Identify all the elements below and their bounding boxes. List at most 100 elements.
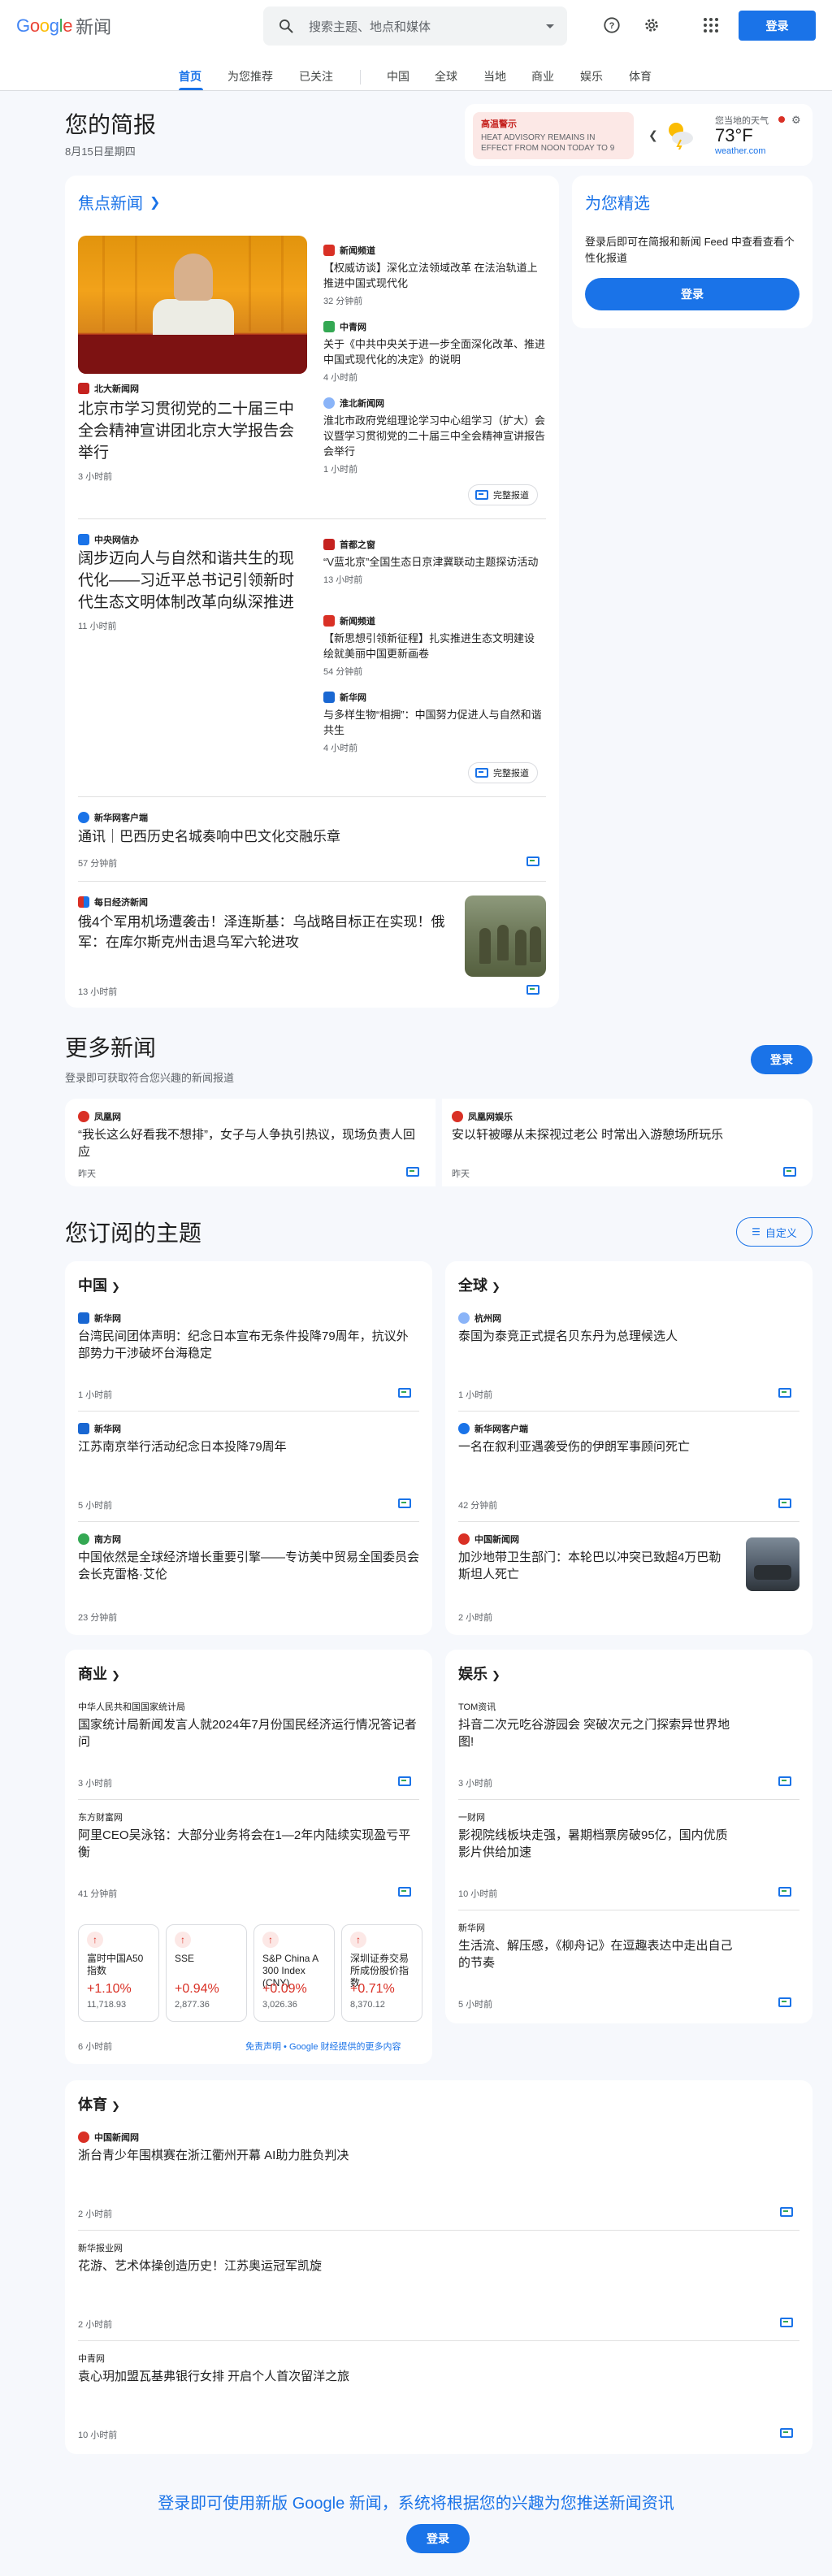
top-stories-link[interactable]: 焦点新闻 ❯ (78, 190, 160, 214)
related-story[interactable]: 中青网 关于《中共中央关于进一步全面深化改革、推进中国式现代化的决定》的说明 4… (323, 320, 546, 384)
full-coverage-icon[interactable] (778, 1997, 791, 2007)
story-headline[interactable]: 北京市学习贯彻党的二十届三中全会精神宣讲团北京大学报告会举行 (78, 398, 307, 464)
related-story[interactable]: 新华网 与多样生物“相拥”：中国努力促进人与自然和谐共生 4 小时前 (323, 691, 546, 754)
topic-link-business[interactable]: 商业 ❯ (78, 1663, 120, 1684)
full-coverage-button[interactable]: 完整报道 (468, 484, 538, 505)
story-headline[interactable]: 国家统计局新闻发言人就2024年7月份国民经济运行情况答记者问 (78, 1716, 419, 1750)
weather-alert[interactable]: 高温警示 HEAT ADVISORY REMAINS IN EFFECT FRO… (473, 112, 634, 159)
picks-signin-button[interactable]: 登录 (585, 278, 800, 310)
topic-story[interactable]: 一财网 影视院线板块走强，暑期档票房破95亿，国内优质影片供给加速 (458, 1811, 734, 1861)
topic-story[interactable]: 新华网 台湾民间团体声明：纪念日本宣布无条件投降79周年，抗议外部势力干涉破坏台… (78, 1312, 419, 1362)
full-coverage-icon[interactable] (778, 1498, 791, 1508)
story-image[interactable] (78, 236, 307, 374)
story-headline[interactable]: 生活流、解压感，《柳舟记》在逗趣表达中走出自己的节奏 (458, 1937, 734, 1971)
full-coverage-icon[interactable] (526, 985, 540, 995)
story-headline[interactable]: 关于《中共中央关于进一步全面深化改革、推进中国式现代化的决定》的说明 (323, 336, 546, 367)
full-coverage-button[interactable]: 完整报道 (468, 762, 538, 783)
story-headline[interactable]: 袁心玥加盟瓦基弗银行女排 开启个人首次留洋之旅 (78, 2368, 777, 2385)
full-coverage-icon[interactable] (778, 1887, 791, 1897)
finance-disclaimer-link[interactable]: 免责声明 • Google 财经提供的更多内容 (245, 2040, 401, 2053)
story-headline[interactable]: 花游、艺术体操创造历史！江苏奥运冠军凯旋 (78, 2257, 777, 2275)
topic-story[interactable]: 中青网 袁心玥加盟瓦基弗银行女排 开启个人首次留洋之旅 (78, 2352, 777, 2385)
full-coverage-icon[interactable] (398, 1498, 411, 1508)
tab-china[interactable]: 中国 (387, 68, 410, 85)
topic-story[interactable]: 南方网 中国依然是全球经济增长重要引擎——专访美中贸易全国委员会会长克雷格·艾伦 (78, 1533, 419, 1583)
story-headline[interactable]: 通讯｜巴西历史名城奏响中巴文化交融乐章 (78, 827, 533, 847)
story-headline[interactable]: 浙台青少年围棋赛在浙江衢州开幕 AI助力胜负判决 (78, 2147, 777, 2164)
story-headline[interactable]: 影视院线板块走强，暑期档票房破95亿，国内优质影片供给加速 (458, 1827, 734, 1861)
topic-story[interactable]: 新华网 生活流、解压感，《柳舟记》在逗趣表达中走出自己的节奏 (458, 1921, 734, 1971)
topic-link-china[interactable]: 中国 ❯ (78, 1274, 120, 1295)
topic-story[interactable]: 东方财富网 阿里CEO吴泳铭：大部分业务将会在1—2年内陆续实现盈亏平衡 (78, 1811, 419, 1861)
google-news-logo[interactable]: Google 新闻 (16, 15, 111, 37)
chevron-left-icon[interactable]: ❮ (648, 128, 658, 142)
topic-story[interactable]: 中国新闻网 浙台青少年围棋赛在浙江衢州开幕 AI助力胜负判决 (78, 2131, 777, 2164)
apps-grid-icon[interactable] (700, 15, 722, 36)
more-news-signin-button[interactable]: 登录 (751, 1045, 812, 1074)
chevron-down-icon[interactable] (546, 24, 554, 28)
gear-icon[interactable] (641, 15, 662, 36)
tab-business[interactable]: 商业 (531, 68, 554, 85)
stock-card[interactable]: ↑ S&P China A 300 Index (CNY) +0.09% 3,0… (254, 1924, 335, 2022)
story-headline[interactable]: 安以轩被曝从未探视过老公 时常出入游憩场所玩乐 (452, 1126, 793, 1143)
signin-button[interactable]: 登录 (739, 11, 816, 41)
tab-sports[interactable]: 体育 (629, 68, 652, 85)
topic-story[interactable]: 新华网客户端 一名在叙利亚遇袭受伤的伊朗军事顾问死亡 (458, 1422, 800, 1455)
story-headline[interactable]: 俄4个军用机场遭袭击！泽连斯基：乌战略目标正在实现！俄军：在库尔斯克州击退乌军六… (78, 912, 452, 952)
story-headline[interactable]: 抖音二次元吃谷游园会 突破次元之门探索异世界地图! (458, 1716, 734, 1750)
tab-following[interactable]: 已关注 (299, 68, 333, 85)
topic-link-entertainment[interactable]: 娱乐 ❯ (458, 1663, 500, 1684)
topic-story[interactable]: 中华人民共和国国家统计局 国家统计局新闻发言人就2024年7月份国民经济运行情况… (78, 1700, 419, 1750)
customize-button[interactable]: ☰ 自定义 (736, 1217, 812, 1247)
story-headline[interactable]: “V蓝北京”全国生态日京津冀联动主题探访活动 (323, 554, 546, 570)
related-story[interactable]: 新闻频道 【新思想引领新征程】扎实推进生态文明建设 绘就美丽中国更新画卷 54 … (323, 614, 546, 678)
stock-card[interactable]: ↑ 富时中国A50指数 +1.10% 11,718.93 (78, 1924, 159, 2022)
story-headline[interactable]: 淮北市政府党组理论学习中心组学习（扩大）会议暨学习贯彻党的二十届三中全会精神宣讲… (323, 413, 546, 459)
tab-entertainment[interactable]: 娱乐 (580, 68, 603, 85)
tab-home[interactable]: 首页 (179, 68, 202, 85)
story-headline[interactable]: 江苏南京举行活动纪念日本投降79周年 (78, 1438, 419, 1455)
weather-settings-icon[interactable]: ⚙ (791, 114, 801, 127)
story-headline[interactable]: 泰国为泰竞正式提名贝东丹为总理候选人 (458, 1328, 800, 1345)
related-story[interactable]: 首都之窗 “V蓝北京”全国生态日京津冀联动主题探访活动 13 小时前 (323, 538, 546, 586)
story-headline[interactable]: 加沙地带卫生部门：本轮巴以冲突已致超4万巴勒斯坦人死亡 (458, 1549, 726, 1583)
help-icon[interactable]: ? (601, 15, 622, 36)
story-headline[interactable]: 一名在叙利亚遇袭受伤的伊朗军事顾问死亡 (458, 1438, 800, 1455)
weather-source-link[interactable]: weather.com (715, 146, 765, 156)
topic-story[interactable]: 杭州网 泰国为泰竞正式提名贝东丹为总理候选人 (458, 1312, 800, 1345)
full-coverage-icon[interactable] (398, 1776, 411, 1786)
story-headline[interactable]: 台湾民间团体声明：纪念日本宣布无条件投降79周年，抗议外部势力干涉破坏台海稳定 (78, 1328, 419, 1362)
full-coverage-icon[interactable] (778, 1776, 791, 1786)
story-headline[interactable]: 与多样生物“相拥”：中国努力促进人与自然和谐共生 (323, 707, 546, 738)
story-image[interactable] (746, 1537, 800, 1591)
tab-for-you[interactable]: 为您推荐 (228, 68, 273, 85)
full-coverage-icon[interactable] (398, 1388, 411, 1398)
tab-world[interactable]: 全球 (435, 68, 457, 85)
story-headline[interactable]: 阿里CEO吴泳铭：大部分业务将会在1—2年内陆续实现盈亏平衡 (78, 1827, 419, 1861)
story-headline[interactable]: 中国依然是全球经济增长重要引擎——专访美中贸易全国委员会会长克雷格·艾伦 (78, 1549, 419, 1583)
story-image[interactable] (465, 896, 546, 977)
related-story[interactable]: 新闻频道 【权威访谈】深化立法领域改革 在法治轨道上推进中国式现代化 32 分钟… (323, 244, 546, 307)
more-news-item[interactable]: 凤凰网 “我长这么好看我不想排”，女子与人争执引热议，现场负责人回应 昨天 (65, 1099, 436, 1186)
story-headline[interactable]: 阔步迈向人与自然和谐共生的现代化——习近平总书记引领新时代生态文明体制改革向纵深… (78, 548, 307, 614)
more-news-item[interactable]: 凤凰网娱乐 安以轩被曝从未探视过老公 时常出入游憩场所玩乐 昨天 (442, 1099, 812, 1186)
topic-link-sports[interactable]: 体育 ❯ (78, 2093, 120, 2114)
full-coverage-icon[interactable] (780, 2428, 793, 2438)
search-box[interactable]: 搜索主题、地点和媒体 (263, 7, 567, 46)
full-coverage-icon[interactable] (406, 1167, 419, 1177)
stock-card[interactable]: ↑ SSE +0.94% 2,877.36 (166, 1924, 247, 2022)
story-headline[interactable]: 【权威访谈】深化立法领域改革 在法治轨道上推进中国式现代化 (323, 260, 546, 291)
related-story[interactable]: 淮北新闻网 淮北市政府党组理论学习中心组学习（扩大）会议暨学习贯彻党的二十届三中… (323, 397, 546, 475)
topic-story[interactable]: 中国新闻网 加沙地带卫生部门：本轮巴以冲突已致超4万巴勒斯坦人死亡 (458, 1533, 726, 1583)
topic-story[interactable]: 新华网 江苏南京举行活动纪念日本投降79周年 (78, 1422, 419, 1455)
story-headline[interactable]: 【新思想引领新征程】扎实推进生态文明建设 绘就美丽中国更新画卷 (323, 631, 546, 661)
topic-story[interactable]: 新华报业网 花游、艺术体操创造历史！江苏奥运冠军凯旋 (78, 2241, 777, 2275)
search-input[interactable]: 搜索主题、地点和媒体 (309, 18, 546, 35)
full-coverage-icon[interactable] (778, 1388, 791, 1398)
tab-local[interactable]: 当地 (483, 68, 506, 85)
story-headline[interactable]: “我长这么好看我不想排”，女子与人争执引热议，现场负责人回应 (78, 1126, 419, 1160)
full-coverage-icon[interactable] (780, 2207, 793, 2217)
full-coverage-icon[interactable] (526, 856, 540, 866)
footer-signin-button[interactable]: 登录 (406, 2524, 470, 2553)
full-coverage-icon[interactable] (783, 1167, 796, 1177)
